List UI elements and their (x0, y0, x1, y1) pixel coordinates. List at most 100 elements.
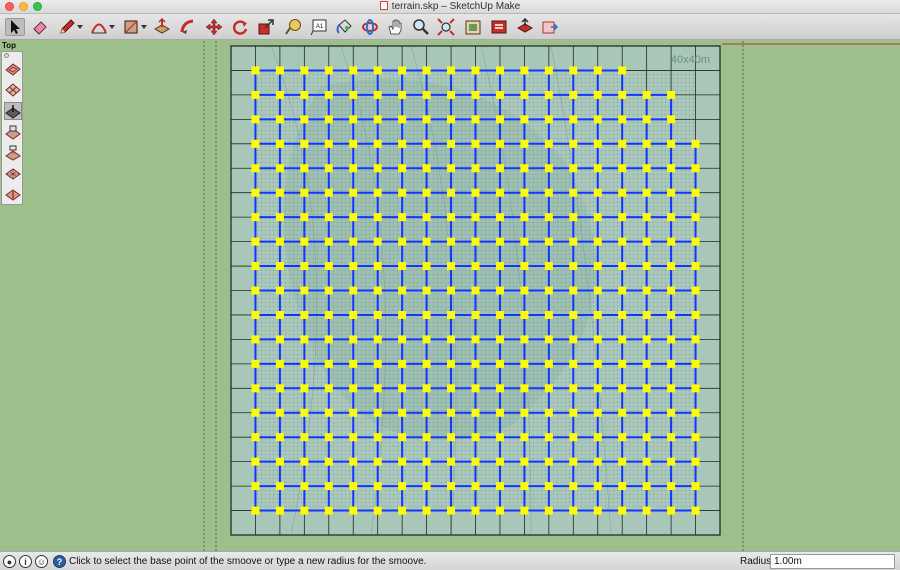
selected-vertex (520, 164, 529, 173)
selected-vertex (324, 433, 333, 442)
selected-vertex (251, 482, 260, 491)
move-icon (205, 18, 223, 36)
selected-vertex (691, 310, 700, 319)
selected-vertex (349, 335, 358, 344)
selected-vertex (520, 188, 529, 197)
pencil-tool-button[interactable] (57, 18, 77, 36)
selected-vertex (349, 262, 358, 271)
selected-vertex (520, 359, 529, 368)
selected-vertex (667, 506, 676, 515)
selected-vertex (618, 310, 627, 319)
selected-vertex (300, 457, 309, 466)
selected-vertex (349, 506, 358, 515)
selected-vertex (447, 237, 456, 246)
selected-vertex (495, 457, 504, 466)
selected-vertex (447, 433, 456, 442)
instructor-help-icon[interactable]: ? (53, 555, 66, 568)
shapes-tool-button[interactable] (121, 18, 141, 36)
selected-vertex (520, 237, 529, 246)
arc-dropdown-icon[interactable] (109, 25, 115, 29)
stamp-tool-button[interactable] (4, 123, 22, 141)
selected-vertex (642, 433, 651, 442)
selected-vertex (569, 433, 578, 442)
selected-vertex (373, 90, 382, 99)
user-account-icon[interactable]: ☺ (35, 555, 48, 568)
selected-vertex (667, 213, 676, 222)
selected-vertex (251, 359, 260, 368)
credits-icon[interactable]: i (19, 555, 32, 568)
selected-vertex (300, 188, 309, 197)
selected-vertex (691, 237, 700, 246)
selected-vertex (349, 433, 358, 442)
palette-close-button[interactable] (4, 53, 9, 58)
eraser-tool-button[interactable] (30, 18, 50, 36)
move-tool-button[interactable] (204, 18, 224, 36)
zoom-tool-button[interactable] (411, 18, 431, 36)
smoove-tool-button[interactable] (4, 102, 22, 120)
zoom-extents-tool-button[interactable] (436, 18, 456, 36)
selected-vertex (471, 286, 480, 295)
push-pull-icon (153, 18, 171, 34)
selected-vertex (471, 335, 480, 344)
send-to-layout-tool-button[interactable] (540, 18, 560, 36)
follow-me-tool-button[interactable] (178, 18, 198, 36)
rotate-tool-button[interactable] (230, 18, 250, 36)
shapes-dropdown-icon[interactable] (141, 25, 147, 29)
selected-vertex (422, 457, 431, 466)
selected-vertex (618, 237, 627, 246)
from-contours-tool-button[interactable] (4, 60, 22, 78)
selected-vertex (520, 115, 529, 124)
geo-location-icon[interactable]: ● (3, 555, 16, 568)
selected-vertex (447, 506, 456, 515)
selected-vertex (300, 213, 309, 222)
3d-warehouse-tool-button[interactable] (463, 18, 483, 36)
model-viewport[interactable]: 40x40m (0, 41, 900, 551)
select-tool-button[interactable] (5, 18, 25, 36)
tape-measure-tool-button[interactable] (283, 18, 303, 36)
svg-text:A1: A1 (316, 24, 324, 30)
selected-vertex (275, 237, 284, 246)
push-pull-tool-button[interactable] (152, 18, 172, 36)
text-tool-button[interactable]: A1 (309, 18, 329, 36)
selected-vertex (422, 482, 431, 491)
selected-vertex (275, 188, 284, 197)
selected-vertex (300, 408, 309, 417)
rectangle-icon (124, 20, 138, 34)
selected-vertex (667, 457, 676, 466)
selected-vertex (251, 237, 260, 246)
selected-vertex (618, 457, 627, 466)
selected-vertex (544, 506, 553, 515)
selected-vertex (569, 188, 578, 197)
selected-vertex (618, 359, 627, 368)
extension-warehouse-tool-button[interactable] (489, 18, 509, 36)
selected-vertex (324, 506, 333, 515)
orbit-tool-button[interactable] (360, 18, 380, 36)
paint-bucket-tool-button[interactable] (334, 18, 354, 36)
measurements-input[interactable] (770, 554, 895, 569)
smoove-icon (5, 105, 21, 119)
selected-vertex (275, 310, 284, 319)
view-name-label: Top (2, 41, 17, 50)
selected-vertex (593, 506, 602, 515)
selected-vertex (471, 482, 480, 491)
flip-edge-tool-button[interactable] (4, 186, 22, 204)
share-model-tool-button[interactable] (515, 18, 535, 36)
selected-vertex (520, 384, 529, 393)
terrain-scene[interactable]: 40x40m (0, 41, 900, 551)
pan-tool-button[interactable] (385, 18, 405, 36)
share-model-icon (516, 18, 534, 33)
scale-tool-button[interactable] (256, 18, 276, 36)
selected-vertex (251, 310, 260, 319)
drape-icon (5, 145, 21, 161)
drape-tool-button[interactable] (4, 144, 22, 162)
selected-vertex (324, 457, 333, 466)
arc-tool-button[interactable] (89, 18, 109, 36)
selected-vertex (593, 188, 602, 197)
selected-vertex (251, 115, 260, 124)
pencil-dropdown-icon[interactable] (77, 25, 83, 29)
selected-vertex (520, 408, 529, 417)
selected-vertex (691, 262, 700, 271)
add-detail-tool-button[interactable] (4, 165, 22, 183)
from-scratch-tool-button[interactable] (4, 81, 22, 99)
selected-vertex (471, 262, 480, 271)
